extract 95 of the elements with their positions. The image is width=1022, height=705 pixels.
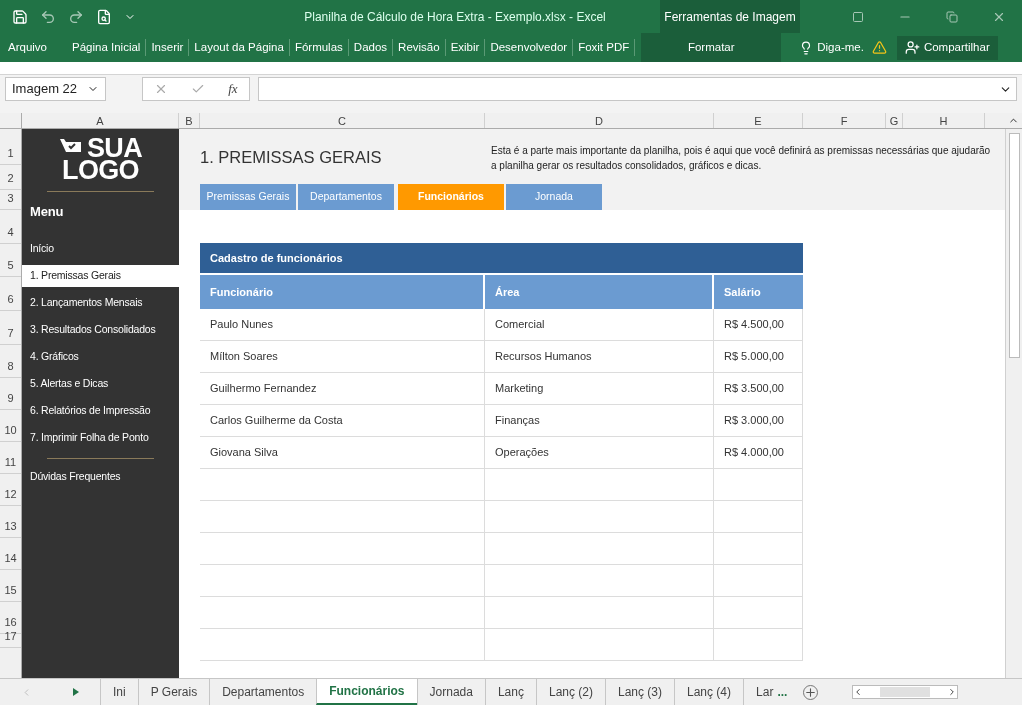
save-icon[interactable] xyxy=(12,8,28,25)
enter-icon[interactable] xyxy=(191,82,206,96)
column-header[interactable]: E xyxy=(714,113,803,128)
table-cell: Operações xyxy=(485,437,714,469)
column-header[interactable]: D xyxy=(485,113,714,128)
formula-input[interactable] xyxy=(258,77,1017,101)
ribbon-tab[interactable]: Layout da Página xyxy=(189,38,290,57)
table-cell: R$ 5.000,00 xyxy=(714,341,803,373)
column-header[interactable]: B xyxy=(179,113,200,128)
print-preview-icon[interactable] xyxy=(96,8,112,25)
sheet-tab[interactable]: Lanç (2) xyxy=(535,679,605,705)
sheet-tab[interactable]: Lanç xyxy=(484,679,536,705)
row-header[interactable]: 15 xyxy=(0,570,21,602)
table-cell: Mílton Soares xyxy=(200,341,485,373)
row-header[interactable]: 12 xyxy=(0,474,21,506)
menu-item[interactable]: 5. Alertas e Dicas xyxy=(22,372,179,395)
column-header[interactable]: F xyxy=(803,113,886,128)
column-heading: Área xyxy=(485,275,712,309)
column-heading: Funcionário xyxy=(200,275,483,309)
row-header[interactable]: 4 xyxy=(0,210,21,244)
row-header[interactable]: 13 xyxy=(0,506,21,538)
vertical-scrollbar[interactable] xyxy=(1005,129,1022,678)
share-button[interactable]: Compartilhar xyxy=(896,35,998,60)
ribbon-display-icon[interactable] xyxy=(852,10,864,23)
ribbon-tab[interactable]: Foxit PDF xyxy=(573,38,636,57)
redo-icon[interactable] xyxy=(68,8,84,25)
ribbon-tab[interactable]: Fórmulas xyxy=(289,38,349,57)
menu-item[interactable]: Início xyxy=(22,237,179,260)
sheet-tab[interactable]: Lanç (3) xyxy=(605,679,674,705)
next-sheet-icon[interactable] xyxy=(73,688,80,696)
menu-item[interactable]: 2. Lançamentos Mensais xyxy=(22,291,179,314)
menu-item[interactable]: 1. Premissas Gerais xyxy=(22,264,179,287)
sheet-tab[interactable]: Funcionários xyxy=(316,679,417,705)
table-cell: Marketing xyxy=(485,373,714,405)
menu-item[interactable]: Dúvidas Frequentes xyxy=(22,468,179,485)
row-header[interactable]: 5 xyxy=(0,244,21,277)
ribbon-tab[interactable]: Formatar xyxy=(641,33,782,62)
row-header[interactable]: 8 xyxy=(0,345,21,378)
ribbon-tab[interactable]: Página Inicial xyxy=(67,38,147,57)
table-cell: R$ 4.000,00 xyxy=(714,437,803,469)
sheet-tab[interactable]: P Gerais xyxy=(137,679,210,705)
horizontal-scrollbar[interactable] xyxy=(852,685,959,699)
more-sheets-button[interactable]: ... xyxy=(777,683,788,701)
row-header[interactable]: 1 xyxy=(0,129,21,165)
undo-icon[interactable] xyxy=(40,8,56,25)
row-header[interactable]: 9 xyxy=(0,378,21,410)
user-add-icon xyxy=(904,40,920,55)
row-header[interactable]: 6 xyxy=(0,277,21,311)
row-header[interactable]: 11 xyxy=(0,442,21,474)
page-title: 1. PREMISSAS GERAIS xyxy=(200,147,383,168)
column-header[interactable]: C xyxy=(200,113,485,128)
row-header[interactable]: 10 xyxy=(0,410,21,442)
logo: SUA LOGO xyxy=(22,129,179,181)
row-header[interactable]: 2 xyxy=(0,165,21,190)
table-cell: Comercial xyxy=(485,309,714,341)
page-description: Esta é a parte mais importante da planilha, pois é aqui que você definirá as premissas necessárias que ajudarão a planilha gerar os resultados consolidados, gráficos e dicas. xyxy=(491,144,991,173)
column-header[interactable]: H xyxy=(903,113,985,128)
ribbon-tab[interactable]: Desenvolvedor xyxy=(485,38,574,57)
menu-item[interactable]: 7. Imprimir Folha de Ponto xyxy=(22,426,179,449)
ribbon-tab[interactable]: Inserir xyxy=(146,38,190,57)
table-cell: Guilhermo Fernandez xyxy=(200,373,485,405)
menu-item[interactable]: 4. Gráficos xyxy=(22,345,179,368)
table-cell: Finanças xyxy=(485,405,714,437)
insert-function-button[interactable]: fx xyxy=(228,79,238,99)
window-title: Planilha de Cálculo de Hora Extra - Exemplo.xlsx - Excel xyxy=(303,8,607,26)
restore-icon[interactable] xyxy=(946,10,958,23)
column-header[interactable]: G xyxy=(886,113,903,128)
name-box[interactable]: Imagem 22 xyxy=(5,77,106,101)
row-header[interactable]: 14 xyxy=(0,538,21,570)
menu-item[interactable]: 6. Relatórios de Impressão xyxy=(22,399,179,422)
table-cell: Giovana Silva xyxy=(200,437,485,469)
ribbon-tab[interactable]: Exibir xyxy=(445,38,486,57)
sheet-tab[interactable]: Lanç (4) xyxy=(674,679,744,705)
table-cell: Carlos Guilherme da Costa xyxy=(200,405,485,437)
table-cell: R$ 3.000,00 xyxy=(714,405,803,437)
table-cell: Recursos Humanos xyxy=(485,341,714,373)
ribbon-tab[interactable]: Revisão xyxy=(393,38,446,57)
table-cell: R$ 4.500,00 xyxy=(714,309,803,341)
tell-me-field[interactable]: Diga-me. xyxy=(817,38,864,57)
column-header[interactable]: A xyxy=(22,113,179,128)
row-header[interactable]: 7 xyxy=(0,311,21,345)
table-title: Cadastro de funcionários xyxy=(200,243,803,273)
table-cell: Paulo Nunes xyxy=(200,309,485,341)
sheet-tab[interactable]: Jornada xyxy=(416,679,485,705)
context-group-header: Ferramentas de Imagem xyxy=(660,0,800,33)
warning-icon xyxy=(871,40,887,55)
column-heading: Salário xyxy=(714,275,803,309)
menu-item[interactable]: 3. Resultados Consolidados xyxy=(22,318,179,341)
table-cell: R$ 3.500,00 xyxy=(714,373,803,405)
row-header[interactable]: 17 xyxy=(0,634,21,648)
menu-title: Menu xyxy=(29,203,65,221)
sheet-tab[interactable]: Ini xyxy=(100,679,138,705)
row-header[interactable]: 3 xyxy=(0,190,21,210)
ribbon-tab[interactable]: Arquivo xyxy=(0,38,55,57)
ribbon-tab[interactable]: Dados xyxy=(348,38,394,57)
